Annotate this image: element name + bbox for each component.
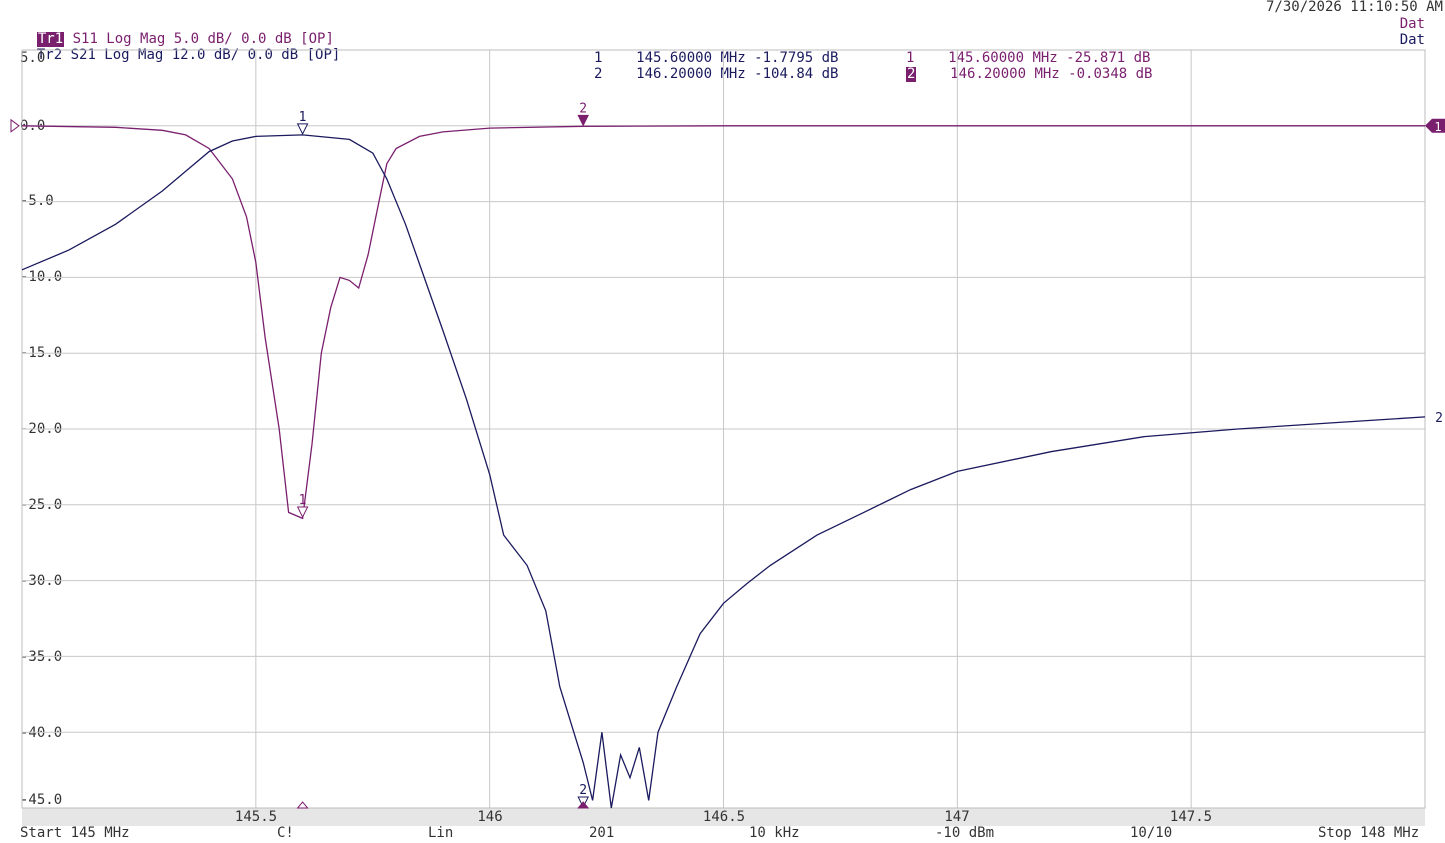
marker-axis-indicator-1 [296,801,309,809]
trace2-end-label: 2 [1435,411,1443,426]
marker-tr2-1 [296,123,309,136]
footer-power[interactable]: -10 dBm [935,826,994,841]
marker-label: 2 [579,101,587,116]
footer-sweep-type[interactable]: Lin [428,826,453,841]
footer-cal-status[interactable]: C! [277,826,294,841]
trace1-end-label: 1 [1434,120,1441,134]
x-tick-label: 147 [944,809,970,825]
marker-label: 1 [299,110,307,125]
x-tick-label: 146 [477,809,503,825]
footer-points[interactable]: 201 [589,826,614,841]
footer-ifbw[interactable]: 10 kHz [749,826,800,841]
footer-averaging[interactable]: 10/10 [1130,826,1172,841]
marker-label: 1 [299,493,307,508]
x-tick-label: 147.5 [1169,809,1213,825]
footer-stop[interactable]: Stop 148 MHz [1318,826,1419,841]
footer-start[interactable]: Start 145 MHz [20,826,130,841]
marker-axis-indicator-2 [577,801,590,809]
marker-label: 2 [579,783,587,798]
reference-position-arrow [10,118,20,133]
marker-tr1-1 [296,506,309,519]
trace-chart[interactable]: 1 2 1 2 1 2 [0,0,1445,843]
x-tick-label: 145.5 [234,809,278,825]
marker-tr1-2 [577,114,590,127]
x-tick-label: 146.5 [702,809,746,825]
